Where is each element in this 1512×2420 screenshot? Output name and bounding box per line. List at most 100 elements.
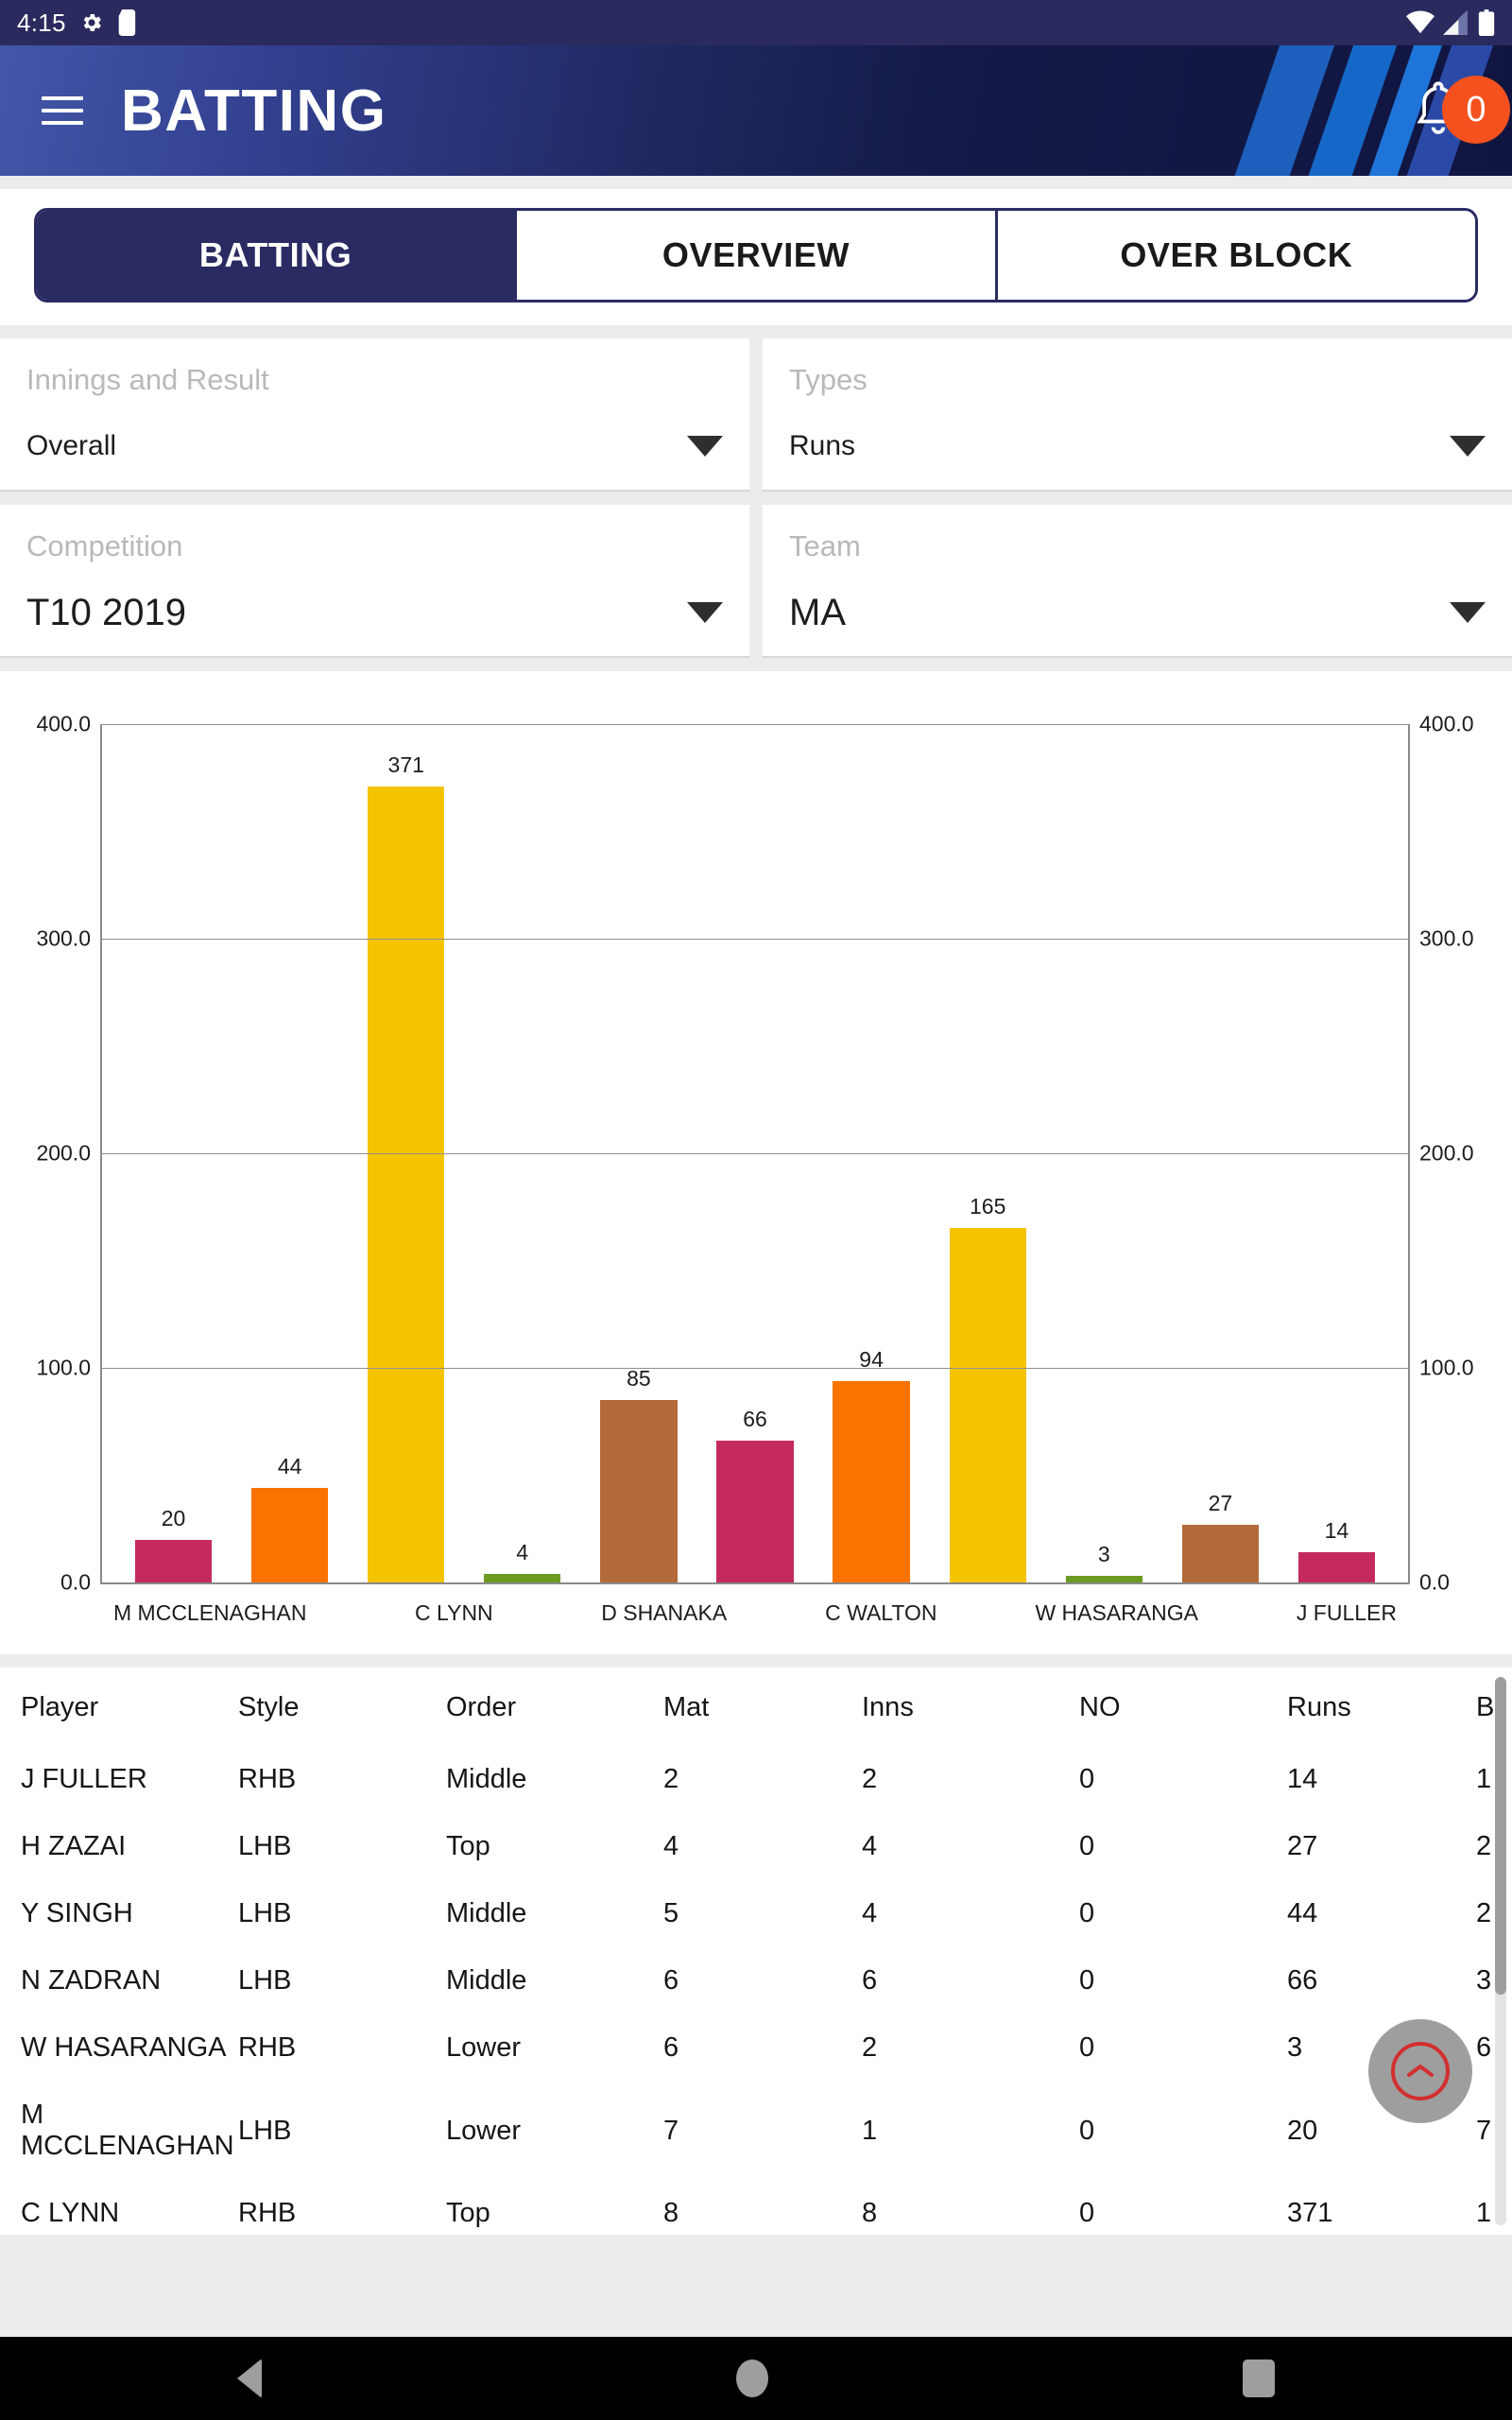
table-cell-style: RHB	[238, 1764, 297, 1794]
table-cell-inns: 4	[862, 1831, 878, 1861]
filter-team[interactable]: Team MA	[763, 505, 1512, 658]
chart-x-tick-label	[1198, 1600, 1297, 1626]
chart-bar-value-label: 4	[516, 1539, 529, 1564]
table-row[interactable]: N ZADRAN LHB Middle 6 6 0 66 3	[21, 1947, 1512, 2014]
scroll-to-top-button[interactable]	[1368, 2019, 1472, 2123]
filter-innings-and-result[interactable]: Innings and Result Overall	[0, 338, 749, 492]
chart-bar[interactable]: 371	[368, 752, 445, 1582]
chart-bar[interactable]: 20	[134, 1506, 213, 1582]
filter-types[interactable]: Types Runs	[763, 338, 1512, 492]
tab-batting[interactable]: BATTING	[37, 211, 518, 300]
chart-y-tick-right: 300.0	[1419, 925, 1474, 951]
chart-y-tick-right: 0.0	[1419, 1569, 1450, 1595]
table-row[interactable]: C LYNN RHB Top 8 8 0 371 1	[21, 2180, 1512, 2235]
table-cell-mat: 7	[663, 2115, 679, 2146]
table-cell-runs: 371	[1287, 2198, 1333, 2228]
table-cell-player: N ZADRAN	[21, 1965, 162, 1996]
column-header-balls[interactable]: B	[1476, 1668, 1512, 1746]
chart-bar-value-label: 20	[161, 1505, 186, 1530]
table-cell-extra: 2	[1476, 1898, 1492, 1928]
chart-x-tick-label	[306, 1600, 404, 1626]
recents-square-icon[interactable]	[1243, 2360, 1275, 2397]
chart-x-tick-label: D SHANAKA	[601, 1600, 728, 1625]
table-row[interactable]: J FULLER RHB Middle 2 2 0 14 1	[21, 1746, 1512, 1813]
table-cell-mat: 5	[663, 1898, 679, 1928]
tab-over-block[interactable]: OVER BLOCK	[997, 211, 1475, 300]
table-row[interactable]: M MCCLENAGHAN LHB Lower 7 1 0 20 7	[21, 2082, 1512, 2180]
table-cell-order: Middle	[446, 1898, 527, 1928]
hamburger-menu-icon[interactable]	[17, 65, 108, 156]
table-cell-player: M MCCLENAGHAN	[21, 2100, 234, 2161]
app-bar: BATTING 0	[0, 45, 1512, 176]
filter-label: Innings and Result	[26, 363, 269, 396]
chart-bar[interactable]: 94	[833, 1347, 910, 1582]
status-time: 4:15	[17, 8, 66, 37]
chart-bar[interactable]: 27	[1181, 1491, 1259, 1582]
column-header-style[interactable]: Style	[238, 1668, 446, 1746]
table-cell-order: Top	[446, 1831, 490, 1861]
chart-bar[interactable]: 4	[484, 1540, 561, 1582]
chart-y-tick-right: 100.0	[1419, 1355, 1474, 1380]
chart-y-tick-right: 200.0	[1419, 1140, 1474, 1166]
back-triangle-icon[interactable]	[237, 2359, 262, 2398]
gear-icon	[83, 14, 101, 31]
table-cell-inns: 1	[862, 2115, 878, 2146]
chevron-down-icon	[1450, 436, 1486, 457]
column-header-inns[interactable]: Inns	[862, 1668, 1079, 1746]
chevron-up-icon	[1391, 2042, 1450, 2100]
chart-y-tick-left: 100.0	[36, 1355, 91, 1380]
filter-value: T10 2019	[26, 591, 187, 633]
table-cell-extra: 1	[1476, 2198, 1492, 2228]
table-vertical-scrollbar[interactable]	[1495, 1677, 1506, 2225]
sd-card-icon	[118, 9, 135, 36]
column-header-mat[interactable]: Mat	[663, 1668, 862, 1746]
notification-button[interactable]: 0	[1408, 76, 1510, 144]
table-header-row: Player Style Order Mat Inns NO Runs B	[21, 1668, 1512, 1746]
filter-competition[interactable]: Competition T10 2019	[0, 505, 749, 658]
table-cell-mat: 8	[663, 2198, 679, 2228]
chart-x-tick-label: J FULLER	[1296, 1600, 1397, 1625]
column-header-player[interactable]: Player	[21, 1668, 238, 1746]
home-circle-icon[interactable]	[736, 2360, 768, 2397]
chart-plot-area: 20 44 371 4 85 66 94 165 3 27 14 0.0 0.0 100.0 100.0 2…	[36, 712, 1473, 1595]
table-cell-extra: 3	[1476, 1965, 1492, 1996]
chart-x-tick-label: C LYNN	[415, 1600, 493, 1625]
column-header-runs[interactable]: Runs	[1287, 1668, 1476, 1746]
table-cell-mat: 6	[663, 1965, 679, 1996]
table-cell-no: 0	[1079, 2198, 1095, 2228]
android-nav-bar	[0, 2337, 1512, 2420]
table-cell-order: Middle	[446, 1965, 527, 1996]
chart-y-tick-left: 0.0	[60, 1569, 91, 1595]
table-cell-style: LHB	[238, 1831, 292, 1861]
stats-table: Player Style Order Mat Inns NO Runs B J …	[21, 1668, 1512, 2235]
chart-x-tick-label	[937, 1600, 1036, 1626]
signal-icon	[1443, 10, 1468, 35]
table-cell-no: 0	[1079, 1831, 1095, 1861]
table-row[interactable]: W HASARANGA RHB Lower 6 2 0 3 6	[21, 2014, 1512, 2082]
status-bar: 4:15	[0, 0, 1512, 45]
table-row[interactable]: Y SINGH LHB Middle 5 4 0 44 2	[21, 1880, 1512, 1947]
table-cell-extra: 6	[1476, 2032, 1492, 2063]
filter-value: MA	[789, 591, 846, 633]
table-cell-style: RHB	[238, 2032, 297, 2063]
chart-bar[interactable]: 3	[1065, 1542, 1143, 1582]
runs-bar-chart: 20 44 371 4 85 66 94 165 3 27 14 0.0 0.0 100.0 100.0 2…	[0, 671, 1512, 1654]
chart-bar[interactable]: 165	[949, 1194, 1026, 1582]
chart-bar[interactable]: 85	[600, 1366, 678, 1582]
chart-bar-value-label: 44	[277, 1454, 302, 1479]
column-header-order[interactable]: Order	[446, 1668, 663, 1746]
tab-overview[interactable]: OVERVIEW	[517, 211, 998, 300]
chevron-down-icon	[687, 436, 723, 457]
chart-y-tick-left: 300.0	[36, 925, 91, 951]
table-row[interactable]: H ZAZAI LHB Top 4 4 0 27 2	[21, 1813, 1512, 1880]
chart-bar[interactable]: 66	[716, 1407, 794, 1582]
table-cell-no: 0	[1079, 2032, 1095, 2063]
table-cell-inns: 2	[862, 1764, 878, 1794]
chart-bar-value-label: 27	[1208, 1490, 1233, 1515]
chart-gridline	[102, 1368, 1408, 1369]
chart-bar[interactable]: 14	[1297, 1518, 1376, 1582]
chart-bar[interactable]: 44	[251, 1454, 329, 1582]
column-header-no[interactable]: NO	[1079, 1668, 1287, 1746]
table-cell-no: 0	[1079, 1764, 1095, 1794]
tab-bar: BATTING OVERVIEW OVER BLOCK	[34, 208, 1478, 302]
